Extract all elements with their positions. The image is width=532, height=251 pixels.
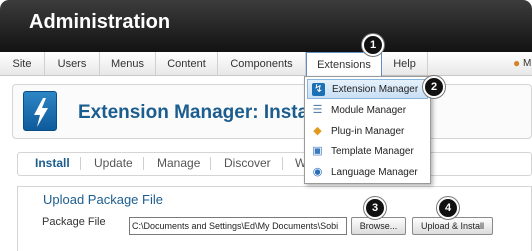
- title-bar: Administration: [0, 0, 532, 52]
- menu-content[interactable]: Content: [156, 52, 218, 76]
- module-manager-icon: ☰: [312, 104, 323, 116]
- main-menu-bar: Site Users Menus Content Components Exte…: [0, 52, 532, 77]
- upload-legend: Upload Package File: [40, 192, 166, 207]
- user-menu-label[interactable]: M: [523, 58, 531, 69]
- tab-manage[interactable]: Manage: [157, 155, 200, 172]
- menu-site[interactable]: Site: [0, 52, 45, 76]
- tab-separator: [282, 157, 283, 170]
- dropdown-item-extension-manager[interactable]: ↯ Extension Manager: [307, 79, 428, 99]
- menu-menus[interactable]: Menus: [100, 52, 156, 76]
- template-manager-icon: ▣: [312, 145, 323, 157]
- tab-discover[interactable]: Discover: [224, 155, 271, 172]
- dropdown-item-label: Extension Manager: [332, 84, 419, 95]
- tab-separator: [80, 157, 81, 170]
- package-file-input[interactable]: C:\Documents and Settings\Ed\My Document…: [129, 217, 347, 235]
- callout-marker: 4: [437, 197, 459, 219]
- extension-manager-icon: ↯: [312, 83, 325, 96]
- package-file-label: Package File: [42, 216, 106, 228]
- dropdown-item-plugin-manager[interactable]: ◆ Plug-in Manager: [307, 122, 428, 142]
- dropdown-item-label: Language Manager: [331, 167, 418, 178]
- page-title: Extension Manager: Install: [78, 102, 319, 123]
- menu-components[interactable]: Components: [218, 52, 306, 76]
- menu-users[interactable]: Users: [45, 52, 100, 76]
- tab-separator: [143, 157, 144, 170]
- plugin-manager-icon: ◆: [313, 125, 322, 137]
- dropdown-item-label: Template Manager: [331, 146, 414, 157]
- dropdown-item-module-manager[interactable]: ☰ Module Manager: [307, 101, 428, 121]
- dropdown-item-label: Plug-in Manager: [331, 126, 405, 137]
- extension-manager-logo-icon: [23, 91, 57, 131]
- callout-marker: 1: [362, 34, 384, 56]
- upload-install-button[interactable]: Upload & Install: [412, 217, 493, 235]
- dropdown-item-label: Module Manager: [331, 105, 407, 116]
- menu-help[interactable]: Help: [382, 52, 428, 76]
- tab-update[interactable]: Update: [94, 155, 133, 172]
- user-menu-icon[interactable]: ●: [513, 56, 520, 70]
- browse-button[interactable]: Browse...: [351, 217, 406, 235]
- language-manager-icon: ◉: [312, 166, 323, 178]
- tab-separator: [210, 157, 211, 170]
- callout-marker: 3: [364, 197, 386, 219]
- callout-marker: 2: [423, 76, 445, 98]
- extensions-dropdown-menu: ↯ Extension Manager ☰ Module Manager ◆ P…: [304, 76, 431, 184]
- tab-install[interactable]: Install: [35, 155, 70, 172]
- app-title: Administration: [29, 11, 171, 33]
- dropdown-item-template-manager[interactable]: ▣ Template Manager: [307, 142, 428, 162]
- dropdown-item-language-manager[interactable]: ◉ Language Manager: [307, 163, 428, 183]
